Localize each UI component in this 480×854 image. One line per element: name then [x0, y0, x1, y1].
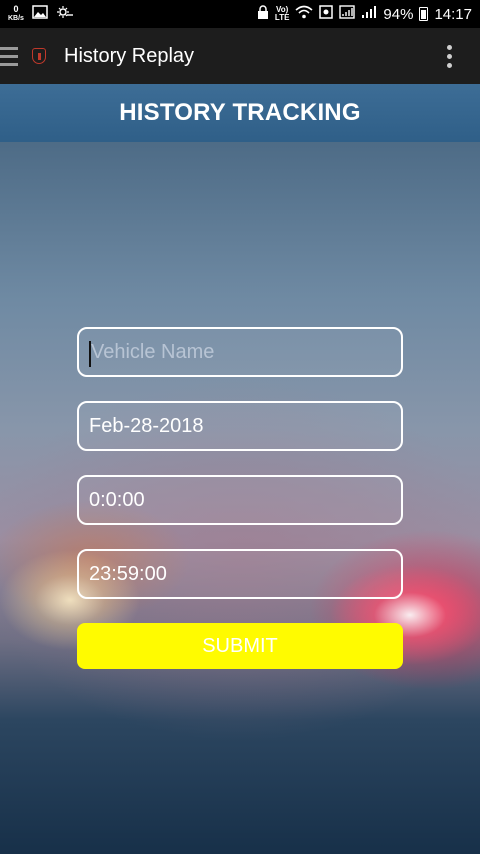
history-form: SUBMIT [77, 327, 403, 669]
battery-percent: 94% [383, 5, 414, 23]
weather-icon [56, 5, 74, 23]
lock-icon [257, 5, 269, 23]
data-saver-icon [319, 5, 334, 23]
clock: 14:17 [434, 5, 472, 23]
gallery-icon [32, 5, 48, 23]
date-input[interactable] [89, 414, 391, 438]
end-time-input[interactable] [89, 562, 391, 586]
app-bar: History Replay [0, 28, 480, 84]
vehicle-name-input[interactable] [89, 340, 391, 364]
app-logo-icon [32, 48, 46, 64]
end-time-field-container [77, 549, 403, 599]
vehicle-name-field-container [77, 327, 403, 377]
volte-indicator: Vo) LTE [275, 6, 290, 22]
app-title: History Replay [64, 44, 195, 67]
text-cursor [89, 341, 91, 367]
date-field-container [77, 401, 403, 451]
start-time-input[interactable] [89, 488, 391, 512]
battery-icon [419, 7, 429, 21]
section-header: HISTORY TRACKING [0, 84, 480, 142]
data-speed-value: 0 [13, 4, 19, 14]
overflow-menu-icon[interactable] [447, 44, 452, 68]
signal-icon [361, 5, 377, 23]
signal-roaming-icon [339, 5, 356, 23]
volte-bottom-label: LTE [274, 13, 290, 22]
data-speed-indicator: 0 KB/s [8, 5, 24, 23]
submit-button[interactable]: SUBMIT [77, 623, 403, 669]
status-bar: 0 KB/s Vo) LTE 94% 14:17 [0, 0, 480, 28]
data-speed-unit: KB/s [8, 15, 24, 22]
start-time-field-container [77, 475, 403, 525]
page-title: HISTORY TRACKING [119, 99, 361, 126]
hamburger-menu-icon[interactable] [0, 46, 18, 66]
wifi-icon [295, 5, 313, 23]
